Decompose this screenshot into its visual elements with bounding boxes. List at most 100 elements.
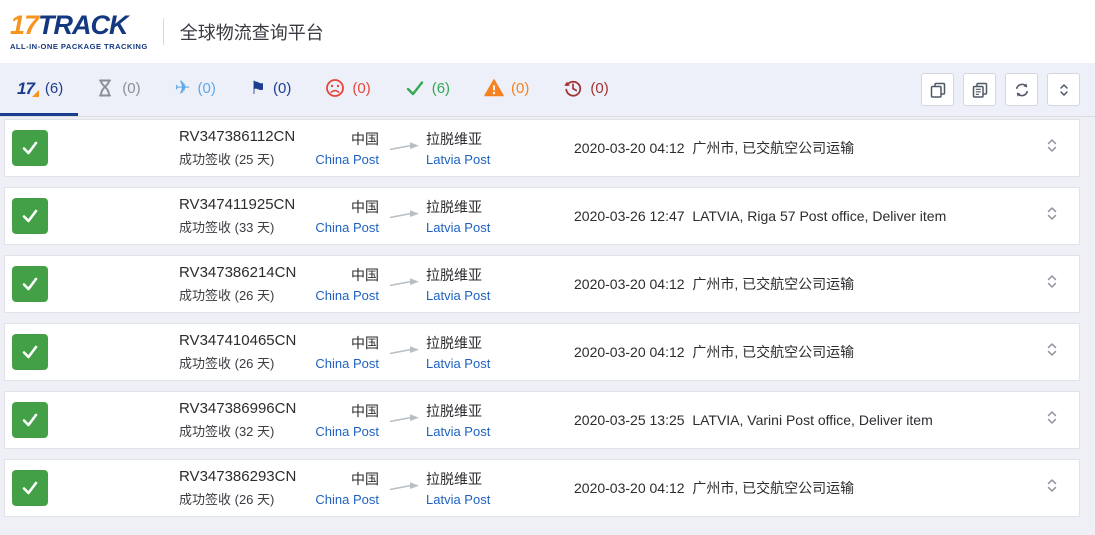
tab-arrived-to-collect[interactable]: ⚑ (0) bbox=[233, 63, 308, 116]
tracking-row[interactable]: RV347411925CN 成功签收 (33 天) 中国 China Post … bbox=[4, 187, 1080, 245]
row-expand-control[interactable] bbox=[1047, 342, 1057, 363]
destination-column: 拉脱维亚 Latvia Post bbox=[426, 197, 490, 235]
tracking-number[interactable]: RV347386214CN bbox=[179, 264, 296, 281]
row-expand-control[interactable] bbox=[1047, 138, 1057, 159]
destination-country: 拉脱维亚 bbox=[426, 129, 490, 149]
destination-carrier-link[interactable]: Latvia Post bbox=[426, 152, 490, 167]
tracking-number[interactable]: RV347410465CN bbox=[179, 332, 296, 349]
origin-carrier-link[interactable]: China Post bbox=[295, 424, 379, 439]
row-expand-control[interactable] bbox=[1047, 478, 1057, 499]
delivery-status: 成功签收 (32 天) bbox=[179, 421, 296, 440]
tab-in-transit[interactable]: ✈ (0) bbox=[158, 63, 233, 116]
copy-icon bbox=[929, 81, 947, 99]
origin-carrier-link[interactable]: China Post bbox=[295, 152, 379, 167]
origin-carrier-link[interactable]: China Post bbox=[295, 220, 379, 235]
route-arrow-icon bbox=[389, 275, 421, 293]
logo-wordmark: 17TRACK bbox=[10, 12, 148, 39]
origin-country: 中国 bbox=[295, 401, 379, 421]
origin-column: 中国 China Post bbox=[295, 197, 379, 235]
tab-all[interactable]: 17 (6) bbox=[0, 63, 78, 116]
origin-column: 中国 China Post bbox=[295, 265, 379, 303]
tab-undelivered[interactable]: (0) bbox=[308, 63, 387, 116]
tab-in-transit-count: (0) bbox=[198, 80, 216, 97]
destination-country: 拉脱维亚 bbox=[426, 401, 490, 421]
row-expand-control[interactable] bbox=[1047, 274, 1057, 295]
destination-column: 拉脱维亚 Latvia Post bbox=[426, 265, 490, 303]
status-tabbar: 17 (6) (0) ✈ (0) ⚑ (0) (0) (6) (0) bbox=[0, 63, 1095, 117]
tab-arrived-count: (0) bbox=[273, 80, 291, 97]
latest-event: 2020-03-20 04:12 广州市, 已交航空公司运输 bbox=[574, 478, 854, 498]
logo-17-icon: 17 bbox=[17, 80, 38, 97]
origin-country: 中国 bbox=[295, 469, 379, 489]
tracking-number[interactable]: RV347411925CN bbox=[179, 196, 295, 213]
destination-column: 拉脱维亚 Latvia Post bbox=[426, 129, 490, 167]
copy-numbers-button[interactable] bbox=[921, 73, 954, 106]
origin-carrier-link[interactable]: China Post bbox=[295, 356, 379, 371]
delivered-check-icon bbox=[12, 402, 48, 438]
tracking-row[interactable]: RV347410465CN 成功签收 (26 天) 中国 China Post … bbox=[4, 323, 1080, 381]
copy-document-icon bbox=[971, 81, 989, 99]
tracking-row[interactable]: RV347386996CN 成功签收 (32 天) 中国 China Post … bbox=[4, 391, 1080, 449]
tab-pending[interactable]: (0) bbox=[78, 63, 157, 116]
destination-carrier-link[interactable]: Latvia Post bbox=[426, 492, 490, 507]
tracking-number[interactable]: RV347386112CN bbox=[179, 128, 295, 145]
origin-carrier-link[interactable]: China Post bbox=[295, 492, 379, 507]
destination-carrier-link[interactable]: Latvia Post bbox=[426, 288, 490, 303]
destination-carrier-link[interactable]: Latvia Post bbox=[426, 424, 490, 439]
row-expand-control[interactable] bbox=[1047, 206, 1057, 227]
shipment-info: RV347386112CN 成功签收 (25 天) bbox=[179, 128, 295, 168]
check-icon bbox=[405, 78, 425, 98]
latest-event: 2020-03-25 13:25 LATVIA, Varini Post off… bbox=[574, 412, 933, 428]
tracking-list: RV347386112CN 成功签收 (25 天) 中国 China Post … bbox=[0, 117, 1095, 517]
tab-expired[interactable]: (0) bbox=[546, 63, 625, 116]
tab-delivered-count: (6) bbox=[432, 80, 450, 97]
sort-button[interactable] bbox=[1047, 73, 1080, 106]
logo-track: TRACK bbox=[38, 10, 128, 40]
tracking-row[interactable]: RV347386112CN 成功签收 (25 天) 中国 China Post … bbox=[4, 119, 1080, 177]
tracking-number[interactable]: RV347386996CN bbox=[179, 400, 296, 417]
refresh-icon bbox=[1013, 81, 1031, 99]
airplane-icon: ✈ bbox=[175, 79, 191, 98]
delivered-check-icon bbox=[12, 470, 48, 506]
warning-icon bbox=[484, 78, 504, 98]
tracking-row[interactable]: RV347386214CN 成功签收 (26 天) 中国 China Post … bbox=[4, 255, 1080, 313]
route-arrow-icon bbox=[389, 207, 421, 225]
destination-carrier-link[interactable]: Latvia Post bbox=[426, 220, 490, 235]
tracking-number[interactable]: RV347386293CN bbox=[179, 468, 296, 485]
latest-event: 2020-03-20 04:12 广州市, 已交航空公司运输 bbox=[574, 138, 854, 158]
tab-all-count: (6) bbox=[45, 80, 63, 97]
copy-details-button[interactable] bbox=[963, 73, 996, 106]
delivery-status: 成功签收 (26 天) bbox=[179, 285, 296, 304]
route-arrow-icon bbox=[389, 411, 421, 429]
shipment-info: RV347386293CN 成功签收 (26 天) bbox=[179, 468, 296, 508]
destination-country: 拉脱维亚 bbox=[426, 197, 490, 217]
origin-column: 中国 China Post bbox=[295, 129, 379, 167]
delivery-status: 成功签收 (26 天) bbox=[179, 353, 296, 372]
origin-column: 中国 China Post bbox=[295, 469, 379, 507]
sad-face-icon bbox=[325, 78, 345, 98]
header: 17TRACK ALL-IN-ONE PACKAGE TRACKING 全球物流… bbox=[0, 0, 1095, 63]
logo-17: 17 bbox=[10, 10, 38, 40]
shipment-info: RV347410465CN 成功签收 (26 天) bbox=[179, 332, 296, 372]
up-down-icon bbox=[1056, 82, 1072, 98]
tab-alert[interactable]: (0) bbox=[467, 63, 546, 116]
delivery-status: 成功签收 (25 天) bbox=[179, 149, 295, 168]
origin-country: 中国 bbox=[295, 129, 379, 149]
hourglass-icon bbox=[95, 78, 115, 98]
origin-country: 中国 bbox=[295, 333, 379, 353]
refresh-button[interactable] bbox=[1005, 73, 1038, 106]
origin-country: 中国 bbox=[295, 197, 379, 217]
tab-delivered[interactable]: (6) bbox=[388, 63, 467, 116]
origin-country: 中国 bbox=[295, 265, 379, 285]
latest-event: 2020-03-20 04:12 广州市, 已交航空公司运输 bbox=[574, 274, 854, 294]
tracking-row[interactable]: RV347386293CN 成功签收 (26 天) 中国 China Post … bbox=[4, 459, 1080, 517]
route-arrow-icon bbox=[389, 139, 421, 157]
tab-undelivered-count: (0) bbox=[352, 80, 370, 97]
origin-column: 中国 China Post bbox=[295, 401, 379, 439]
delivery-status: 成功签收 (33 天) bbox=[179, 217, 295, 236]
17track-logo[interactable]: 17TRACK ALL-IN-ONE PACKAGE TRACKING bbox=[10, 12, 148, 51]
row-expand-control[interactable] bbox=[1047, 410, 1057, 431]
destination-carrier-link[interactable]: Latvia Post bbox=[426, 356, 490, 371]
page-title: 全球物流查询平台 bbox=[180, 19, 324, 45]
origin-carrier-link[interactable]: China Post bbox=[295, 288, 379, 303]
